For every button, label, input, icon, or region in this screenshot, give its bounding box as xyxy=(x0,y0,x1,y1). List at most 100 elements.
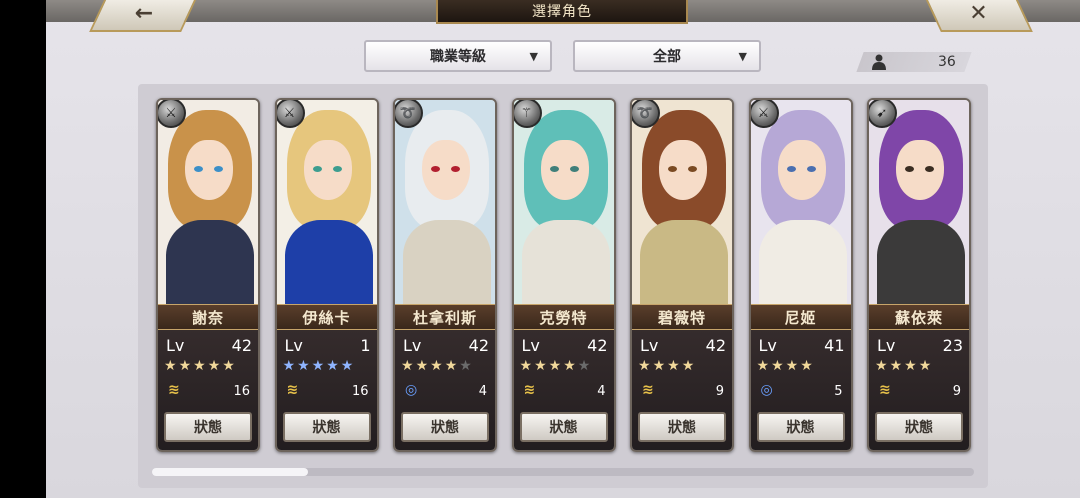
character-card[interactable]: ➹ 蘇依萊 Lv 23 ★★★★ ≋ 9 狀態 xyxy=(867,98,971,452)
character-stats: Lv 42 ★★★★★ ≋ 4 狀態 xyxy=(513,330,614,450)
class-emblem-icon: ⚔ xyxy=(750,100,779,128)
rarity-star-icon: ★ xyxy=(771,358,786,374)
portrait-eye xyxy=(332,166,342,172)
back-button[interactable]: ← xyxy=(89,0,199,32)
class-emblem-icon: ⚔ xyxy=(158,100,186,128)
horizontal-scrollbar[interactable] xyxy=(152,468,974,476)
portrait-outfit xyxy=(166,220,254,310)
class-emblem-icon: ⚔ xyxy=(276,100,305,128)
portrait-face xyxy=(777,140,826,200)
character-card[interactable]: ⚔ 伊絲卡 Lv 1 ★★★★★ ≋ 16 狀態 xyxy=(274,98,379,452)
rarity-star-icon: ★ xyxy=(785,358,801,374)
rarity-star-icon: ★ xyxy=(207,358,223,374)
level-label: Lv xyxy=(284,336,303,355)
class-emblem-icon: ➹ xyxy=(869,100,897,128)
water-element-icon: ◎ xyxy=(405,382,418,398)
rarity-star-icon: ★ xyxy=(534,358,549,374)
rarity-stars: ★★★★★ xyxy=(283,358,356,374)
class-emblem-icon: ➰ xyxy=(632,100,660,128)
category-dropdown[interactable]: 全部 ▼ xyxy=(573,40,761,72)
character-portrait xyxy=(750,100,851,310)
portrait-eye xyxy=(431,166,440,172)
level-value: 42 xyxy=(231,336,252,355)
category-dropdown-label: 全部 xyxy=(653,49,681,65)
rarity-star-icon: ★ xyxy=(667,358,682,374)
portrait-eye xyxy=(312,166,322,172)
status-button[interactable]: 狀態 xyxy=(638,412,726,442)
rarity-star-icon: ★ xyxy=(577,358,593,374)
rarity-star-icon: ★ xyxy=(904,358,919,374)
rarity-star-icon: ★ xyxy=(415,358,431,374)
rarity-stars: ★★★★★ xyxy=(164,358,237,374)
character-portrait xyxy=(276,100,377,310)
status-button[interactable]: 狀態 xyxy=(282,412,371,442)
character-count-value: 36 xyxy=(938,54,956,70)
rarity-stars: ★★★★ xyxy=(875,358,933,374)
wind-element-icon: ≋ xyxy=(168,382,180,398)
portrait-eye xyxy=(806,166,816,172)
wind-element-icon: ≋ xyxy=(523,382,536,398)
character-card[interactable]: ⚚ 克勞特 Lv 42 ★★★★★ ≋ 4 狀態 xyxy=(511,98,616,452)
rarity-star-icon: ★ xyxy=(193,358,208,374)
rarity-stars: ★★★★★ xyxy=(401,358,474,374)
rarity-star-icon: ★ xyxy=(918,358,934,374)
character-name: 謝奈 xyxy=(158,304,258,330)
character-portrait xyxy=(632,100,732,310)
stone-count: 4 xyxy=(597,384,606,399)
portrait-outfit xyxy=(403,220,491,310)
status-button[interactable]: 狀態 xyxy=(164,412,252,442)
character-card[interactable]: ➰ 碧薇特 Lv 42 ★★★★ ≋ 9 狀態 xyxy=(630,98,734,452)
portrait-eye xyxy=(549,166,559,172)
close-button[interactable]: ✕ xyxy=(923,0,1033,32)
character-card[interactable]: ⚔ 尼姬 Lv 41 ★★★★ ◎ 5 狀態 xyxy=(748,98,853,452)
water-element-icon: ◎ xyxy=(760,382,773,398)
portrait-eye xyxy=(668,166,677,172)
rarity-star-icon: ★ xyxy=(519,358,535,374)
class-emblem-icon: ⚚ xyxy=(513,100,542,128)
level-label: Lv xyxy=(640,336,659,355)
level-value: 41 xyxy=(824,336,845,355)
stone-count: 9 xyxy=(952,384,961,399)
stone-count: 9 xyxy=(715,384,724,399)
stone-count: 5 xyxy=(834,384,843,399)
character-portrait xyxy=(395,100,495,310)
level-label: Lv xyxy=(521,336,540,355)
character-name: 杜拿利斯 xyxy=(395,304,495,330)
status-button[interactable]: 狀態 xyxy=(519,412,608,442)
character-card[interactable]: ➰ 杜拿利斯 Lv 42 ★★★★★ ◎ 4 狀態 xyxy=(393,98,497,452)
character-name: 克勞特 xyxy=(513,304,614,330)
status-button[interactable]: 狀態 xyxy=(756,412,845,442)
portrait-face xyxy=(659,140,707,200)
character-name: 伊絲卡 xyxy=(276,304,377,330)
page-title: 選擇角色 xyxy=(436,0,688,24)
level-value: 42 xyxy=(587,336,608,355)
rarity-star-icon: ★ xyxy=(889,358,905,374)
rarity-star-icon: ★ xyxy=(178,358,194,374)
level-value: 1 xyxy=(360,336,371,355)
portrait-eye xyxy=(786,166,796,172)
rarity-star-icon: ★ xyxy=(756,358,772,374)
portrait-face xyxy=(540,140,589,200)
character-card[interactable]: ⚔ 謝奈 Lv 42 ★★★★★ ≋ 16 狀態 xyxy=(156,98,260,452)
rarity-star-icon: ★ xyxy=(401,358,416,374)
character-stats: Lv 42 ★★★★ ≋ 9 狀態 xyxy=(632,330,732,450)
portrait-outfit xyxy=(284,220,373,310)
scrollbar-thumb[interactable] xyxy=(152,468,308,476)
rarity-stars: ★★★★ xyxy=(638,358,696,374)
level-value: 42 xyxy=(705,336,726,355)
portrait-eye xyxy=(451,166,460,172)
person-icon xyxy=(872,54,886,70)
character-name: 碧薇特 xyxy=(632,304,732,330)
rarity-star-icon: ★ xyxy=(444,358,460,374)
level-label: Lv xyxy=(166,336,185,355)
rarity-star-icon: ★ xyxy=(164,358,179,374)
character-portrait xyxy=(158,100,258,310)
portrait-outfit xyxy=(758,220,847,310)
status-button[interactable]: 狀態 xyxy=(875,412,963,442)
arrow-left-icon: ← xyxy=(134,0,154,26)
job-level-dropdown[interactable]: 職業等級 ▼ xyxy=(364,40,552,72)
character-stats: Lv 41 ★★★★ ◎ 5 狀態 xyxy=(750,330,851,450)
chevron-down-icon: ▼ xyxy=(738,49,747,63)
status-button[interactable]: 狀態 xyxy=(401,412,489,442)
level-label: Lv xyxy=(403,336,422,355)
